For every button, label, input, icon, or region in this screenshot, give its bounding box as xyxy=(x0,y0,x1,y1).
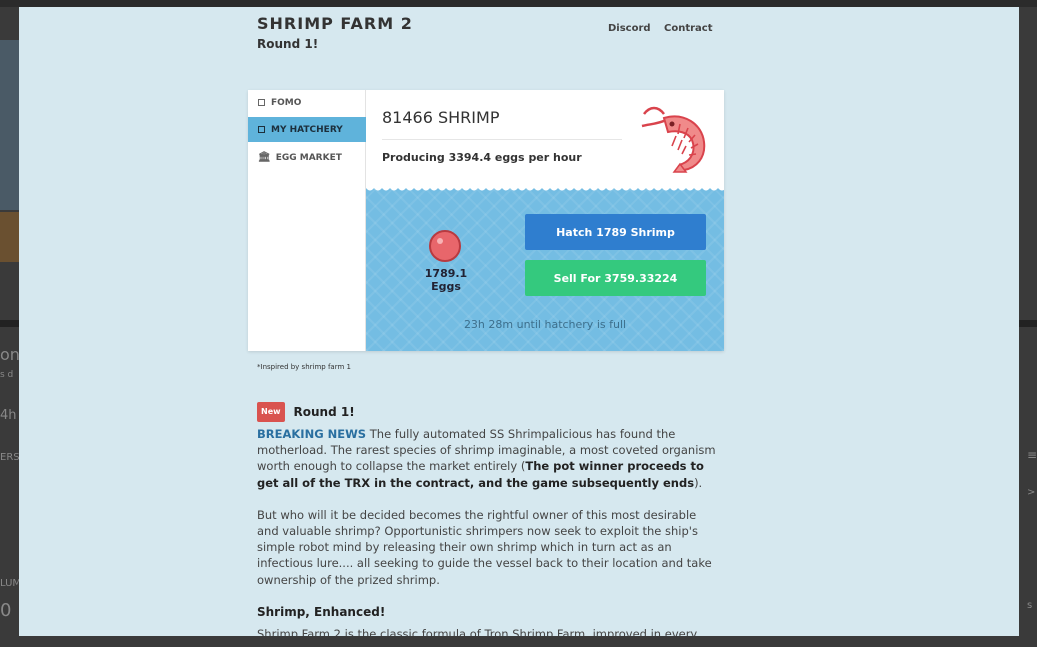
section-title: Shrimp, Enhanced! xyxy=(257,604,386,619)
page-subtitle: Round 1! xyxy=(257,37,319,51)
game-modal: SHRIMP FARM 2 Round 1! Discord Contract … xyxy=(19,7,1019,636)
news-paragraph: Shrimp Farm 2 is the classic formula of … xyxy=(257,627,698,636)
news-section: New Round 1! BREAKING NEWS The fully aut… xyxy=(257,401,717,636)
hatch-shrimp-button[interactable]: Hatch 1789 Shrimp xyxy=(525,214,706,250)
page-title: SHRIMP FARM 2 xyxy=(257,14,413,33)
news-paragraph: BREAKING NEWS The fully automated SS Shr… xyxy=(257,426,717,491)
sidebar-item-label: FOMO xyxy=(271,97,302,108)
news-title: Round 1! xyxy=(293,404,355,419)
page-header: SHRIMP FARM 2 Round 1! Discord Contract xyxy=(257,7,722,67)
bg-fragment: s xyxy=(1027,600,1033,611)
bg-fragment: s d xyxy=(0,370,14,380)
sidebar: FOMO MY HATCHERY 🏛︎ EGG MARKET xyxy=(248,90,366,351)
square-icon xyxy=(258,126,265,133)
bg-fragment: 4h xyxy=(0,408,17,423)
hatchery-app: FOMO MY HATCHERY 🏛︎ EGG MARKET 81466 SHR… xyxy=(248,90,724,351)
egg-count: 1789.1 Eggs xyxy=(424,267,468,293)
shrimp-count: 81466 SHRIMP xyxy=(382,108,500,127)
breaking-news-label: BREAKING NEWS xyxy=(257,427,367,441)
divider xyxy=(382,139,622,140)
sidebar-item-fomo[interactable]: FOMO xyxy=(248,90,366,115)
hatchery-pool: 1789.1 Eggs Hatch 1789 Shrimp Sell For 3… xyxy=(366,183,724,351)
sidebar-item-label: MY HATCHERY xyxy=(271,124,343,135)
inspired-note: *Inspired by shrimp farm 1 xyxy=(257,363,351,371)
new-badge: New xyxy=(257,401,285,423)
news-header: New Round 1! xyxy=(257,401,717,423)
bg-fragment: > xyxy=(1027,487,1036,498)
wave-border xyxy=(366,183,724,191)
bg-fragment: ERS xyxy=(0,452,20,463)
hatchery-stats: 81466 SHRIMP Producing 3394.4 eggs per h… xyxy=(366,90,724,193)
bg-fragment: 0 xyxy=(0,600,12,621)
production-rate: Producing 3394.4 eggs per hour xyxy=(382,151,582,164)
sidebar-item-my-hatchery[interactable]: MY HATCHERY xyxy=(248,117,366,142)
news-paragraph: But who will it be decided becomes the r… xyxy=(257,507,712,587)
bg-fragment: ≡ xyxy=(1027,448,1037,462)
egg-icon xyxy=(429,230,461,262)
sell-eggs-button[interactable]: Sell For 3759.33224 xyxy=(525,260,706,296)
discord-link[interactable]: Discord xyxy=(608,23,651,34)
news-text: ). xyxy=(694,475,703,490)
sidebar-item-egg-market[interactable]: 🏛︎ EGG MARKET xyxy=(248,145,366,170)
shrimp-icon xyxy=(641,106,706,173)
hatchery-full-timer: 23h 28m until hatchery is full xyxy=(463,318,627,331)
bg-fragment: on xyxy=(0,345,20,364)
sidebar-item-label: EGG MARKET xyxy=(275,152,342,163)
contract-link[interactable]: Contract xyxy=(664,23,713,34)
square-icon xyxy=(258,99,265,106)
bg-fragment: LUM xyxy=(0,578,22,589)
bank-icon: 🏛︎ xyxy=(258,152,271,163)
